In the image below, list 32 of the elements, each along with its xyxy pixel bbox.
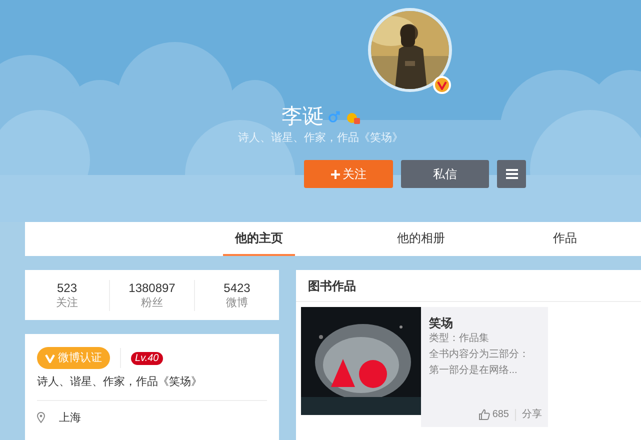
book-title: 笑场 [429, 315, 454, 331]
book-summary-line: 全书内容分为三部分： [429, 348, 530, 362]
menu-icon [506, 169, 518, 179]
thumbs-up-icon [479, 409, 490, 420]
share-button[interactable]: 分享 [522, 407, 542, 422]
book-summary-line: 第一部分是在网络... [429, 364, 518, 378]
book-type: 类型：作品集 [429, 332, 490, 346]
medal-icon [346, 110, 360, 124]
stat-label: 微博 [226, 296, 248, 310]
plus-icon [330, 170, 340, 178]
profile-bio: 诗人、谐星、作家，作品《笑场》 [237, 130, 404, 146]
stat-label: 关注 [56, 296, 78, 310]
tab[interactable]: 他的相册 [385, 222, 457, 256]
stat-label: 粉丝 [141, 296, 163, 310]
section-title: 图书作品 [296, 270, 641, 302]
male-icon [328, 111, 340, 123]
message-button[interactable]: 私信 [401, 160, 489, 188]
stat-value: 1380897 [128, 280, 176, 296]
tab[interactable]: 作品 [541, 222, 589, 256]
book-item[interactable]: 笑场 类型：作品集 全书内容分为三部分： 第一部分是在网络... 685 分享 [301, 307, 548, 427]
stat-value: 5423 [224, 280, 250, 296]
profile-name: 李诞 [282, 104, 324, 130]
menu-button[interactable] [497, 160, 526, 188]
verified-badge: 微博认证 [37, 347, 110, 369]
stat-value: 523 [56, 280, 78, 296]
info-bio: 诗人、谐星、作家，作品《笑场》 [37, 374, 203, 390]
level-badge: Lv.40 [131, 352, 163, 364]
tab[interactable]: 他的主页 [223, 222, 295, 256]
location-pin-icon [37, 412, 45, 424]
v-icon [45, 354, 55, 362]
location-text: 上海 [59, 410, 81, 426]
like-button[interactable]: 685 [479, 407, 509, 422]
